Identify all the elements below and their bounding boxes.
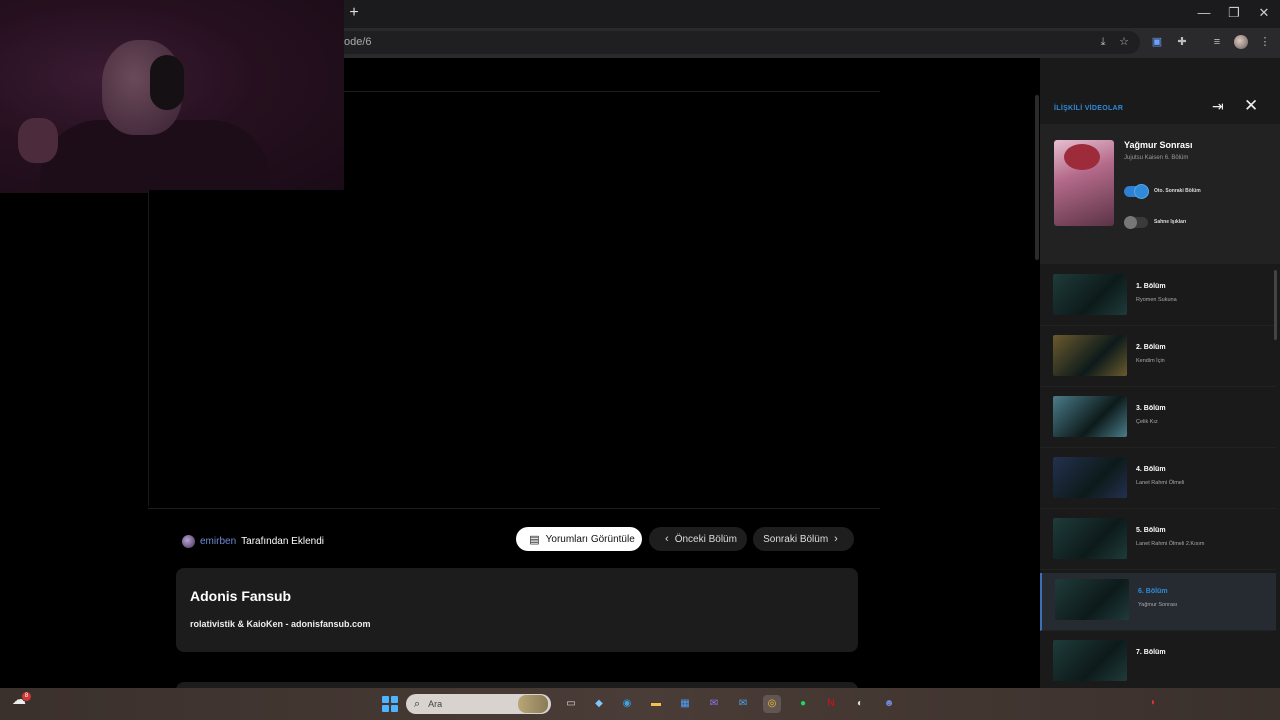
- episode-thumbnail: [1053, 640, 1127, 681]
- episode-item[interactable]: 3. Bölüm Çelik Kız: [1040, 390, 1276, 448]
- uploader-row: emirben Tarafından Eklendi: [182, 533, 324, 549]
- episode-title: 6. Bölüm: [1138, 588, 1168, 595]
- sidebar-heading: İLİŞKİLİ VİDEOLAR: [1054, 105, 1124, 112]
- episode-title: 1. Bölüm: [1136, 283, 1166, 290]
- new-tab-button[interactable]: +: [346, 5, 362, 21]
- episode-thumbnail: [1055, 579, 1129, 620]
- episode-title: 5. Bölüm: [1136, 527, 1166, 534]
- install-app-icon[interactable]: ⤓: [1096, 35, 1110, 49]
- edge-icon[interactable]: ◉: [618, 695, 636, 713]
- taskbar: [0, 688, 1280, 720]
- next-episode-label: Sonraki Bölüm: [763, 533, 829, 545]
- profile-avatar[interactable]: [1234, 35, 1248, 49]
- episode-item[interactable]: 1. Bölüm Ryomen Sukuna: [1040, 268, 1276, 326]
- episode-item[interactable]: 4. Bölüm Lanet Rahmi Ölmeli: [1040, 451, 1276, 509]
- discord-icon[interactable]: ☻: [880, 695, 898, 713]
- episode-title: 2. Bölüm: [1136, 344, 1166, 351]
- close-icon[interactable]: ✕: [1244, 96, 1258, 116]
- episode-title: 3. Bölüm: [1136, 405, 1166, 412]
- media-control-icon[interactable]: ≡: [1210, 35, 1224, 49]
- episode-thumbnail: [1053, 396, 1127, 437]
- obs-icon[interactable]: ◐: [851, 695, 869, 713]
- fansub-credits: rolativistik & KaioKen - adonisfansub.co…: [190, 619, 371, 629]
- player-bottom-divider: [148, 508, 880, 509]
- episode-item[interactable]: 2. Bölüm Kendim İçin: [1040, 329, 1276, 387]
- task-view-icon[interactable]: ▭: [562, 695, 580, 713]
- episode-subtitle: Lanet Rahmi Ölmeli: [1136, 480, 1185, 486]
- sidebar-scrollbar[interactable]: [1274, 270, 1277, 340]
- episode-thumbnail: [1053, 274, 1127, 315]
- close-window-button[interactable]: ✕: [1254, 4, 1274, 22]
- chevron-right-icon: ›: [834, 533, 838, 545]
- chevron-left-icon: ‹: [665, 533, 669, 545]
- browser-menu-icon[interactable]: ⋮: [1258, 35, 1272, 49]
- episode-subtitle: Çelik Kız: [1136, 419, 1158, 425]
- view-comments-button[interactable]: ▤ Yorumları Görüntüle: [516, 527, 642, 551]
- autoplay-toggle[interactable]: [1124, 185, 1148, 198]
- webcam-person-hand: [18, 118, 58, 163]
- taskbar-search-placeholder: Ara: [428, 699, 443, 709]
- tray-app-icon[interactable]: ◗: [1150, 697, 1164, 711]
- fansub-title: Adonis Fansub: [190, 588, 292, 604]
- maximize-window-button[interactable]: ❐: [1224, 4, 1244, 22]
- webcam-overlay: [0, 0, 344, 193]
- scene-lights-label: Sahne Işıkları: [1154, 219, 1187, 225]
- video-player[interactable]: [148, 190, 880, 506]
- now-playing-title: Yağmur Sonrası: [1124, 140, 1193, 150]
- chrome-icon[interactable]: ◎: [763, 695, 781, 713]
- episode-subtitle: Kendim İçin: [1136, 358, 1165, 364]
- episode-item[interactable]: 6. Bölüm Yağmur Sonrası: [1040, 573, 1276, 631]
- collapse-sidebar-icon[interactable]: ⇥: [1212, 98, 1224, 115]
- now-playing-panel: Yağmur Sonrası Jujutsu Kaisen 6. Bölüm O…: [1040, 124, 1280, 264]
- added-by-label: Tarafından Eklendi: [241, 535, 324, 547]
- view-comments-label: Yorumları Görüntüle: [545, 533, 635, 545]
- episode-subtitle: Lanet Rahmi Ölmeli 2.Kısım: [1136, 541, 1205, 547]
- spotify-icon[interactable]: ●: [794, 695, 812, 713]
- scene-lights-toggle[interactable]: [1124, 216, 1148, 229]
- copilot-icon[interactable]: ◆: [590, 695, 608, 713]
- now-playing-subtitle: Jujutsu Kaisen 6. Bölüm: [1124, 155, 1189, 161]
- episode-title: 7. Bölüm: [1136, 649, 1166, 656]
- webcam-headset: [150, 55, 184, 110]
- previous-episode-button[interactable]: ‹ Önceki Bölüm: [649, 527, 747, 551]
- fansub-card: Adonis Fansub rolativistik & KaioKen - a…: [176, 568, 858, 652]
- search-highlight-image[interactable]: [518, 695, 548, 713]
- episode-thumbnail: [1053, 457, 1127, 498]
- uploader-name[interactable]: emirben: [200, 536, 236, 547]
- comment-icon: ▤: [529, 533, 540, 546]
- start-windows-icon[interactable]: [382, 696, 398, 712]
- search-icon: ⌕: [414, 697, 421, 710]
- autoplay-label: Oto. Sonraki Bölüm: [1154, 188, 1201, 194]
- episode-subtitle: Ryomen Sukuna: [1136, 297, 1177, 303]
- related-videos-sidebar: İLİŞKİLİ VİDEOLAR ⇥ ✕ Yağmur Sonrası Juj…: [1040, 58, 1280, 688]
- address-bar[interactable]: [330, 31, 1140, 54]
- address-bar-url[interactable]: ode/6: [344, 36, 372, 48]
- translate-icon[interactable]: ▣: [1150, 35, 1164, 49]
- episode-title: 4. Bölüm: [1136, 466, 1166, 473]
- episode-thumbnail: [1053, 518, 1127, 559]
- previous-episode-label: Önceki Bölüm: [674, 533, 737, 545]
- netflix-icon[interactable]: N: [822, 695, 840, 713]
- uploader-avatar[interactable]: [182, 534, 195, 548]
- episode-thumbnail: [1053, 335, 1127, 376]
- file-explorer-icon[interactable]: ▬: [647, 695, 665, 713]
- extensions-icon[interactable]: ✚: [1175, 35, 1189, 49]
- header-divider: [344, 91, 880, 92]
- teams-icon[interactable]: ✉: [705, 695, 723, 713]
- page-scrollbar[interactable]: [1035, 95, 1039, 260]
- episode-item[interactable]: 5. Bölüm Lanet Rahmi Ölmeli 2.Kısım: [1040, 512, 1276, 570]
- episode-item[interactable]: 7. Bölüm: [1040, 634, 1276, 688]
- mail-icon[interactable]: ✉: [734, 695, 752, 713]
- minimize-window-button[interactable]: —: [1194, 4, 1214, 22]
- now-playing-thumbnail[interactable]: [1054, 140, 1114, 226]
- weather-badge: 8: [22, 692, 31, 701]
- episode-subtitle: Yağmur Sonrası: [1138, 602, 1178, 608]
- store-icon[interactable]: ▦: [676, 695, 694, 713]
- bookmark-star-icon[interactable]: ☆: [1117, 35, 1131, 49]
- next-episode-button[interactable]: Sonraki Bölüm ›: [753, 527, 854, 551]
